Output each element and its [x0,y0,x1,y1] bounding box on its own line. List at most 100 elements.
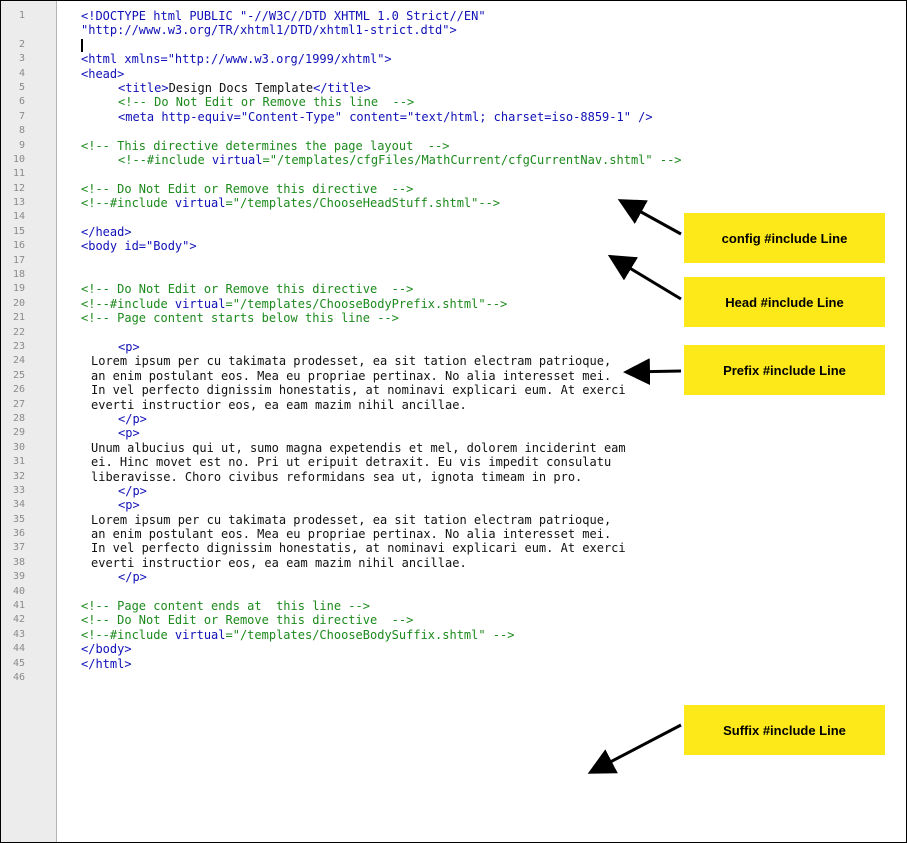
code-line[interactable]: 44 </body> [1,642,906,656]
code-comment: <!--#include [81,627,175,642]
line-code: Lorem ipsum per cu takimata prodesset, e… [91,354,611,368]
code-line[interactable]: 4 <head> [1,67,906,81]
line-number: 23 [12,340,25,352]
suffix-arrow [587,723,682,774]
code-line[interactable]: 1 <!DOCTYPE html PUBLIC "-//W3C//DTD XHTM… [1,9,906,23]
line-code: <!DOCTYPE html PUBLIC "-//W3C//DTD XHTML… [81,9,486,23]
code-line[interactable]: 22 [1,326,906,340]
code-line[interactable]: 12 <!-- Do Not Edit or Remove this direct… [1,182,906,196]
line-code: everti instructior eos, ea eam mazim nih… [91,556,467,570]
code-comment: ="/templates/cfgFiles/MathCurrent/cfgCur… [262,152,682,167]
line-number: 27 [12,398,25,410]
line-code: In vel perfecto dignissim honestatis, at… [91,541,626,555]
line-code: <!-- Do Not Edit or Remove this directiv… [81,282,413,296]
code-markup: </title> [313,80,371,95]
code-line[interactable]: 9 <!-- This directive determines the page… [1,139,906,153]
line-number: 35 [12,513,25,525]
code-comment: <!--#include [81,196,175,211]
line-number: 25 [12,369,25,381]
line-number: 20 [12,297,25,309]
line-code: Lorem ipsum per cu takimata prodesset, e… [91,513,611,527]
code-line[interactable]: 38 everti instructior eos, ea eam mazim n… [1,556,906,570]
line-code: <head> [81,67,124,81]
code-line[interactable]: 2 [1,38,906,52]
code-line[interactable]: 11 [1,167,906,181]
code-markup: virtual [174,196,226,211]
line-code: "http://www.w3.org/TR/xhtml1/DTD/xhtml1-… [81,23,457,37]
code-line[interactable]: 42 <!-- Do Not Edit or Remove this direct… [1,613,906,627]
line-code: <!-- This directive determines the page … [81,139,449,153]
code-line[interactable]: 33 </p> [1,484,906,498]
code-line[interactable]: 29 <p> [1,426,906,440]
line-code: <p> [118,340,140,354]
code-line[interactable]: 27 everti instructior eos, ea eam mazim n… [1,398,906,412]
code-comment: <!-- Do Not Edit or Remove this directiv… [81,613,414,628]
code-line[interactable]: 35 Lorem ipsum per cu takimata prodesset,… [1,513,906,527]
code-markup: <p> [118,498,140,513]
line-number: 39 [12,571,25,583]
code-line[interactable]: 40 [1,585,906,599]
code-editor[interactable]: 1 <!DOCTYPE html PUBLIC "-//W3C//DTD XHTM… [0,0,907,843]
code-line[interactable]: 7 <meta http-equiv="Content-Type" content… [1,110,906,124]
code-line[interactable]: 13 <!--#include virtual="/templates/Choos… [1,196,906,210]
line-code: <meta http-equiv="Content-Type" content=… [118,110,653,124]
code-line[interactable]: 5 <title>Design Docs Template</title> [1,81,906,95]
code-line[interactable]: 37 In vel perfecto dignissim honestatis, … [1,541,906,555]
code-text: Lorem ipsum per cu takimata prodesset, e… [91,354,612,369]
code-line[interactable]: 31 ei. Hinc movet est no. Pri ut eripuit … [1,455,906,469]
line-number: 11 [12,168,25,180]
code-comment: <!-- Do Not Edit or Remove this line --> [118,95,415,110]
code-markup: virtual [174,296,226,311]
code-line[interactable]: "http://www.w3.org/TR/xhtml1/DTD/xhtml1-… [1,23,906,37]
code-markup: virtual [211,152,263,167]
code-text: an enim postulant eos. Mea eu propriae p… [91,527,612,542]
code-comment: <!-- This directive determines the page … [81,138,450,153]
prefix-include-callout: Prefix #include Line [684,345,885,395]
code-line[interactable]: 6 <!-- Do Not Edit or Remove this line --… [1,95,906,109]
code-markup: </html> [81,656,132,671]
line-number: 34 [12,499,25,511]
code-markup: <html xmlns="http://www.w3.org/1999/xhtm… [81,52,392,67]
code-line[interactable]: 30 Unum albucius qui ut, sumo magna expet… [1,441,906,455]
code-line[interactable]: 36 an enim postulant eos. Mea eu propriae… [1,527,906,541]
line-code: <!-- Do Not Edit or Remove this line --> [118,95,414,109]
line-code: </p> [118,484,147,498]
code-line[interactable]: 10 <!--#include virtual="/templates/cfgFi… [1,153,906,167]
code-line[interactable]: 41 <!-- Page content ends at this line --… [1,599,906,613]
code-line[interactable]: 28 </p> [1,412,906,426]
code-comment: <!-- Page content ends at this line --> [81,599,370,614]
line-code: <!--#include virtual="/templates/cfgFile… [118,153,682,167]
line-code: </head> [81,225,132,239]
line-code: everti instructior eos, ea eam mazim nih… [91,398,467,412]
line-number: 40 [12,585,25,597]
line-code: <!--#include virtual="/templates/ChooseB… [81,628,514,642]
line-code: <html xmlns="http://www.w3.org/1999/xhtm… [81,52,392,66]
line-code: <p> [118,498,140,512]
code-line[interactable]: 45 </html> [1,657,906,671]
line-code: <!-- Do Not Edit or Remove this directiv… [81,613,413,627]
code-text: Unum albucius qui ut, sumo magna expeten… [91,440,626,455]
code-markup: </p> [118,570,147,585]
code-line[interactable]: 8 [1,124,906,138]
code-markup: </p> [118,483,147,498]
line-number: 7 [18,110,25,122]
code-markup: <!DOCTYPE html PUBLIC "-//W3C//DTD XHTML… [81,9,486,23]
line-code: In vel perfecto dignissim honestatis, at… [91,383,626,397]
line-number: 36 [12,528,25,540]
config-include-callout: config #include Line [684,213,885,263]
line-number: 14 [12,211,25,223]
code-markup: <p> [118,339,140,354]
line-number: 2 [18,38,25,50]
line-number: 16 [12,240,25,252]
code-line[interactable]: 46 [1,671,906,685]
line-code: <title>Design Docs Template</title> [118,81,371,95]
code-line[interactable]: 39 </p> [1,570,906,584]
line-number: 28 [12,412,25,424]
line-code: <!--#include virtual="/templates/ChooseH… [81,196,500,210]
code-line[interactable]: 32 liberavisse. Choro civibus reformidans… [1,470,906,484]
line-code: liberavisse. Choro civibus reformidans s… [91,470,582,484]
code-line[interactable]: 34 <p> [1,498,906,512]
code-line[interactable]: 3 <html xmlns="http://www.w3.org/1999/xht… [1,52,906,66]
code-line[interactable]: 43 <!--#include virtual="/templates/Choos… [1,628,906,642]
line-number: 18 [12,269,25,281]
